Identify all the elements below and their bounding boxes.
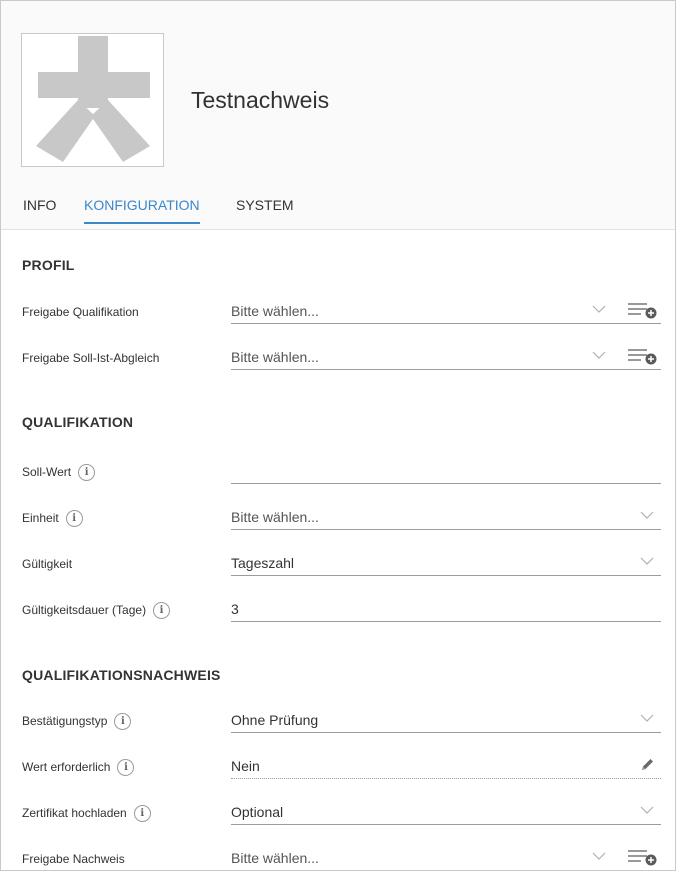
tab-info[interactable]: INFO [23, 197, 56, 222]
field-label-text: Einheit [22, 511, 59, 525]
field-label-text: Soll-Wert [22, 465, 72, 479]
select-value: Bitte wählen... [231, 850, 319, 866]
field-row-freigabe-qualifikation: Freigabe Qualifikation Bitte wählen... [1, 301, 675, 347]
list-add-icon[interactable] [627, 301, 659, 319]
select-value: Tageszahl [231, 555, 295, 571]
zertifikat-hochladen-select[interactable]: Optional [231, 802, 661, 825]
field-row-freigabe-nachweis: Freigabe Nachweis Bitte wählen... [1, 848, 675, 870]
freigabe-soll-ist-abgleich-select[interactable]: Bitte wählen... [231, 347, 661, 370]
field-row-zertifikat-hochladen: Zertifikat hochladen i Optional [1, 802, 675, 848]
info-icon[interactable]: i [78, 463, 96, 481]
header: Testnachweis INFO KONFIGURATION SYSTEM [1, 1, 675, 230]
field-label: Einheit i [22, 507, 83, 529]
field-label: Bestätigungstyp i [22, 710, 132, 732]
list-add-icon[interactable] [627, 848, 659, 866]
section-title-qualifikationsnachweis: QUALIFIKATIONSNACHWEIS [22, 667, 221, 683]
tab-konfiguration[interactable]: KONFIGURATION [84, 197, 200, 224]
detail-panel: Testnachweis INFO KONFIGURATION SYSTEM P… [0, 0, 676, 871]
tab-system[interactable]: SYSTEM [236, 197, 294, 222]
field-label-text: Wert erforderlich [22, 760, 111, 774]
page-title: Testnachweis [191, 87, 330, 113]
field-label: Freigabe Soll-Ist-Abgleich [22, 351, 160, 365]
chevron-down-icon [640, 557, 654, 565]
select-value: Bitte wählen... [231, 509, 319, 525]
freigabe-nachweis-select[interactable]: Bitte wählen... [231, 848, 661, 870]
chevron-down-icon [592, 351, 606, 359]
bestaetigungstyp-select[interactable]: Ohne Prüfung [231, 710, 661, 733]
input-value: 3 [231, 601, 239, 617]
field-row-gueltigkeitsdauer: Gültigkeitsdauer (Tage) i 3 [1, 599, 675, 645]
field-row-soll-wert: Soll-Wert i [1, 461, 675, 507]
select-value: Bitte wählen... [231, 303, 319, 319]
info-icon[interactable]: i [133, 804, 151, 822]
field-label-text: Bestätigungstyp [22, 714, 108, 728]
avatar-placeholder [21, 33, 164, 167]
field-label: Gültigkeit [22, 557, 73, 571]
field-label: Wert erforderlich i [22, 756, 135, 778]
chevron-down-icon [592, 305, 606, 313]
info-icon[interactable]: i [114, 712, 132, 730]
section-title-qualifikation: QUALIFIKATION [22, 414, 134, 430]
gueltigkeit-select[interactable]: Tageszahl [231, 553, 661, 576]
wert-erforderlich-field[interactable]: Nein [231, 756, 661, 779]
field-row-einheit: Einheit i Bitte wählen... [1, 507, 675, 553]
chevron-down-icon [592, 852, 606, 860]
chevron-down-icon [640, 714, 654, 722]
pencil-icon[interactable] [639, 757, 655, 773]
placeholder-asterisk-icon [36, 36, 150, 162]
einheit-select[interactable]: Bitte wählen... [231, 507, 661, 530]
configuration-form: PROFIL Freigabe Qualifikation Bitte wähl… [1, 230, 675, 870]
field-label: Gültigkeitsdauer (Tage) i [22, 599, 171, 621]
select-value: Ohne Prüfung [231, 712, 319, 728]
field-label-text: Zertifikat hochladen [22, 806, 127, 820]
field-label-text: Gültigkeitsdauer (Tage) [22, 603, 147, 617]
info-icon[interactable]: i [65, 509, 83, 527]
soll-wert-input[interactable] [231, 461, 661, 484]
info-icon[interactable]: i [153, 601, 171, 619]
chevron-down-icon [640, 806, 654, 814]
field-row-gueltigkeit: Gültigkeit Tageszahl [1, 553, 675, 599]
field-row-freigabe-soll-ist-abgleich: Freigabe Soll-Ist-Abgleich Bitte wählen.… [1, 347, 675, 393]
select-value: Bitte wählen... [231, 349, 319, 365]
section-title-profil: PROFIL [22, 257, 75, 273]
field-label: Freigabe Nachweis [22, 852, 125, 866]
list-add-icon[interactable] [627, 347, 659, 365]
info-icon[interactable]: i [117, 758, 135, 776]
field-label: Zertifikat hochladen i [22, 802, 151, 824]
select-value: Optional [231, 804, 284, 820]
field-row-wert-erforderlich: Wert erforderlich i Nein [1, 756, 675, 802]
chevron-down-icon [640, 511, 654, 519]
freigabe-qualifikation-select[interactable]: Bitte wählen... [231, 301, 661, 324]
field-row-bestaetigungstyp: Bestätigungstyp i Ohne Prüfung [1, 710, 675, 756]
field-label: Freigabe Qualifikation [22, 305, 139, 319]
field-label: Soll-Wert i [22, 461, 96, 483]
field-value: Nein [231, 758, 260, 774]
gueltigkeitsdauer-input[interactable]: 3 [231, 599, 661, 622]
